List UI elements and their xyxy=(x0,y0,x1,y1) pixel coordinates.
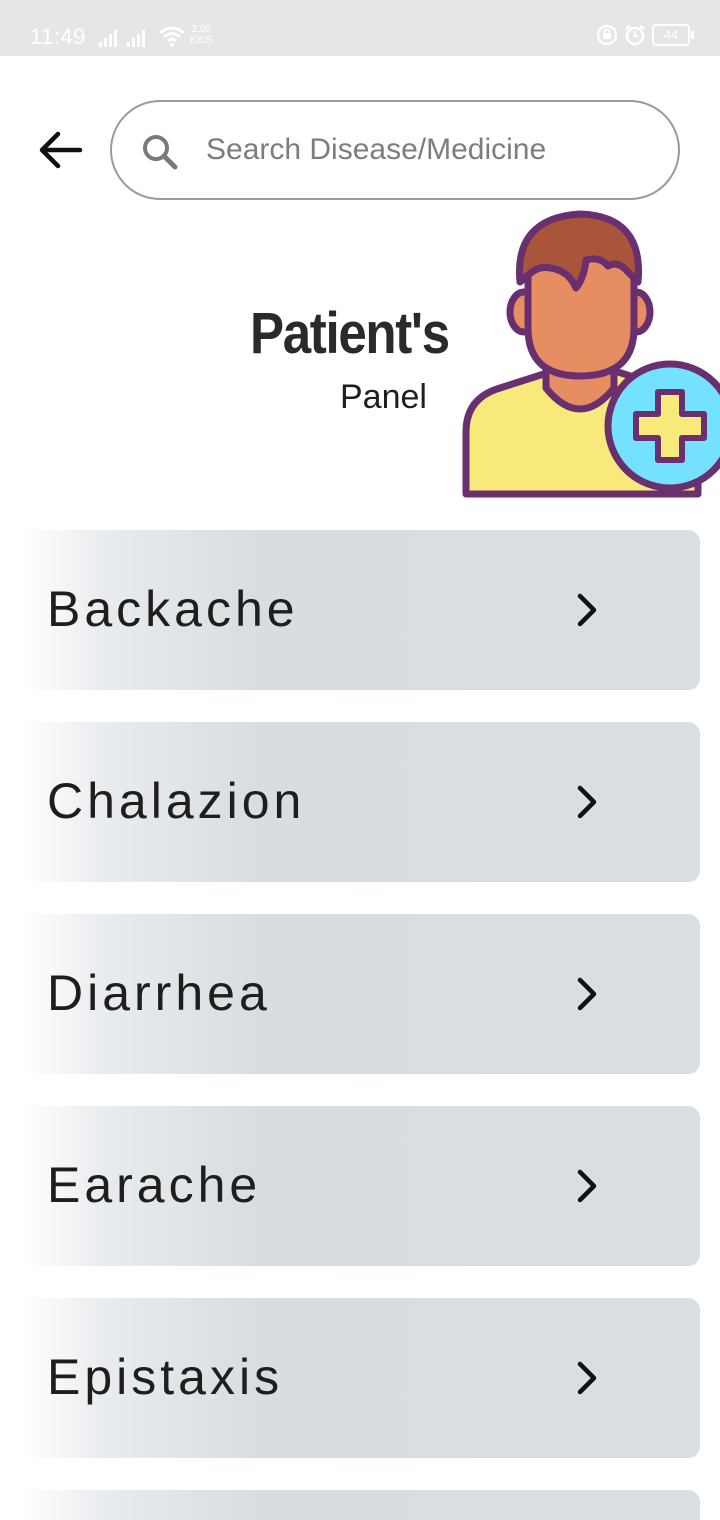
disease-name: Earache xyxy=(47,1157,262,1213)
chevron-right-icon xyxy=(577,1361,597,1395)
page-title: Patient's xyxy=(250,301,450,366)
net-speed-unit: KB/S xyxy=(190,35,213,46)
disease-name: Chalazion xyxy=(47,773,306,829)
back-arrow-icon[interactable] xyxy=(36,128,84,172)
disease-name: Diarrhea xyxy=(47,965,271,1021)
net-speed-value: 2.00 xyxy=(191,24,212,35)
disease-item-chalazion[interactable]: Chalazion xyxy=(22,722,700,882)
chevron-right-icon xyxy=(577,977,597,1011)
disease-item-earache[interactable]: Earache xyxy=(22,1106,700,1266)
net-speed: 2.00 KB/S xyxy=(190,24,213,46)
alarm-icon xyxy=(625,25,645,46)
chevron-right-icon xyxy=(577,1169,597,1203)
status-time: 11:49 xyxy=(30,24,86,49)
disease-item-epistaxis[interactable]: Epistaxis xyxy=(22,1298,700,1458)
wifi-icon xyxy=(159,26,185,47)
battery-icon: 44 xyxy=(652,24,694,46)
search-input[interactable] xyxy=(206,128,646,172)
rotation-lock-icon xyxy=(596,24,618,46)
add-patient-avatar-icon xyxy=(462,210,720,498)
status-bar: 11:49 2.00 KB/S 44 xyxy=(0,0,720,56)
disease-item-backache[interactable]: Backache xyxy=(22,530,700,690)
disease-name: Backache xyxy=(47,581,299,637)
status-right-icons: 44 xyxy=(596,24,694,46)
page-subtitle: Panel xyxy=(340,378,427,416)
signal-icon xyxy=(99,30,145,47)
disease-item-diarrhea[interactable]: Diarrhea xyxy=(22,914,700,1074)
chevron-right-icon xyxy=(577,593,597,627)
search-bar[interactable] xyxy=(110,100,680,200)
chevron-right-icon xyxy=(577,785,597,819)
search-icon xyxy=(143,135,178,170)
disease-name: Epistaxis xyxy=(47,1349,284,1405)
disease-item-partial[interactable] xyxy=(22,1490,700,1520)
